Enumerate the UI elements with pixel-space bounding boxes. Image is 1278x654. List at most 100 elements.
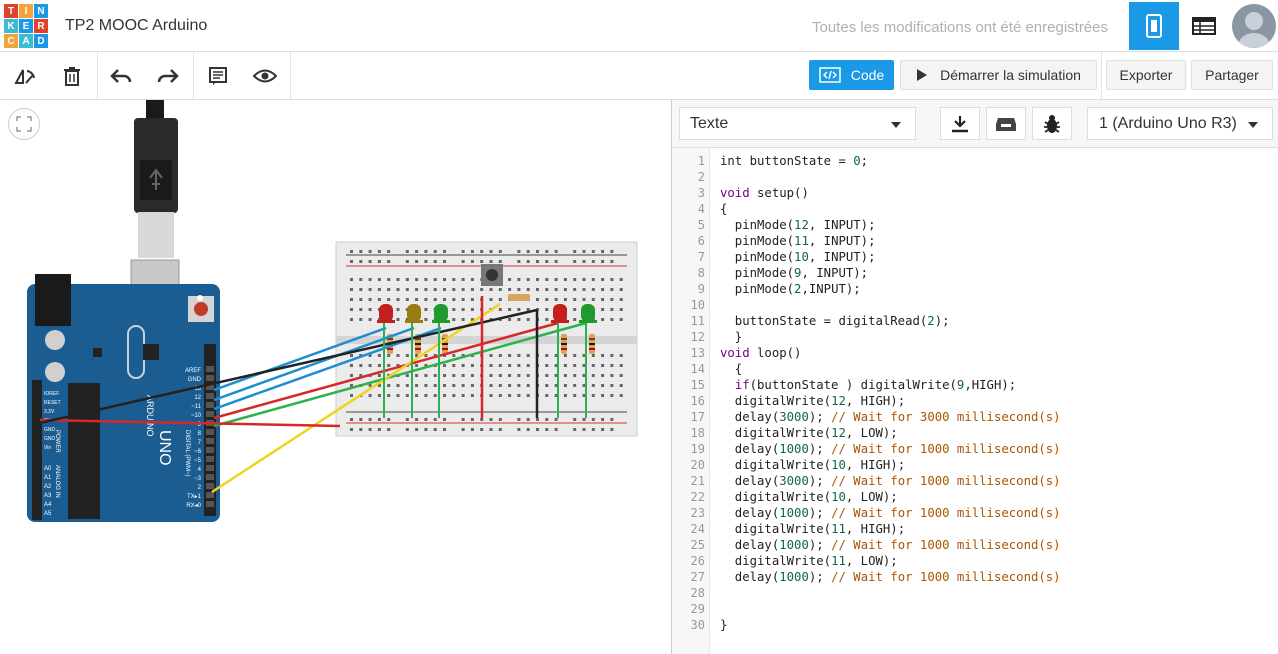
digital-pin[interactable] [206,465,214,471]
logo-letter: K [4,19,18,33]
code-line[interactable]: pinMode(9, INPUT); [720,265,868,281]
resistor[interactable] [442,334,448,354]
redo-icon[interactable] [154,62,182,90]
circuit-canvas[interactable]: UNO ARDUINO DIGITAL (PWM~) ANALOG IN POW… [0,100,671,654]
code-line[interactable]: delay(1000); // Wait for 1000 millisecon… [720,505,1061,521]
line-number: 18 [690,426,705,440]
start-simulation-button[interactable]: Démarrer la simulation [900,60,1097,90]
export-button[interactable]: Exporter [1106,60,1186,90]
line-number: 11 [690,314,705,328]
power-pin-label: GND [44,427,56,433]
code-mode-select[interactable]: Texte [679,107,916,140]
code-line[interactable]: digitalWrite(12, LOW); [720,425,898,441]
code-line[interactable]: delay(1000); // Wait for 1000 millisecon… [720,569,1061,585]
line-number: 17 [690,410,705,424]
line-number: 27 [690,570,705,584]
line-number: 5 [697,218,705,232]
arduino-brand-label: ARDUINO [145,395,155,437]
circuit-diagram[interactable]: UNO ARDUINO DIGITAL (PWM~) ANALOG IN POW… [0,100,671,654]
resistor[interactable] [508,294,530,301]
line-number: 19 [690,442,705,456]
code-line[interactable]: int buttonState = 0; [720,153,868,169]
digital-pin[interactable] [206,375,214,381]
logo-letter: N [34,4,48,18]
code-line[interactable]: pinMode(11, INPUT); [720,233,876,249]
digital-pin-label: ~10 [191,413,202,419]
digital-pin[interactable] [206,501,214,507]
line-number: 29 [690,602,705,616]
analog-pin-label: A2 [44,484,52,490]
code-line[interactable]: delay(3000); // Wait for 3000 millisecon… [720,409,1061,425]
arduino-uno-label: UNO [156,430,173,466]
line-number: 20 [690,458,705,472]
digital-pin[interactable] [206,402,214,408]
code-line[interactable]: } [720,329,742,345]
digital-pin-label: 12 [194,395,201,401]
resistor[interactable] [561,334,567,354]
line-number: 2 [697,170,705,184]
debugger-button[interactable] [1032,107,1072,140]
code-text-area[interactable]: 1 2 3 4 5 6 7 8 9 10 11 12 13 14 15 16 17 18 19 20 21 22 23 24 2… [672,148,1278,654]
digital-pin[interactable] [206,366,214,372]
board-select[interactable]: 1 (Arduino Uno R3) [1087,107,1273,140]
download-button[interactable] [940,107,980,140]
undo-icon[interactable] [107,62,135,90]
notes-icon[interactable] [204,62,232,90]
logo-letter: I [19,4,33,18]
chevron-down-icon [1248,122,1258,128]
code-line[interactable]: delay(1000); // Wait for 1000 millisecon… [720,441,1061,457]
debugger-icon [1044,114,1060,133]
digital-pin[interactable] [206,393,214,399]
save-status: Toutes les modifications ont été enregis… [812,19,1108,36]
play-icon [917,69,928,81]
project-title[interactable]: TP2 MOOC Arduino [65,17,207,35]
share-button[interactable]: Partager [1191,60,1273,90]
power-pin-label: 3.3V [44,409,55,415]
code-line[interactable]: void setup() [720,185,809,201]
code-line[interactable]: delay(3000); // Wait for 1000 millisecon… [720,473,1061,489]
line-number-gutter: 1 2 3 4 5 6 7 8 9 10 11 12 13 14 15 16 17 18 19 20 21 22 23 24 2… [672,148,710,654]
code-line[interactable]: pinMode(10, INPUT); [720,249,876,265]
logo-letter: A [19,34,33,48]
code-line[interactable]: } [720,617,727,633]
tinkercad-logo[interactable]: TIN KER CAD [4,4,48,48]
code-line[interactable]: { [720,201,727,217]
top-header: TIN KER CAD TP2 MOOC Arduino Toutes les mo… [0,0,1278,52]
push-button[interactable] [481,264,503,286]
digital-pin[interactable] [206,438,214,444]
line-number: 13 [690,346,705,360]
user-icon [1238,12,1270,48]
digital-label: DIGITAL (PWM~) [184,430,190,477]
arduino-uno-board[interactable]: UNO ARDUINO DIGITAL (PWM~) ANALOG IN POW… [27,274,220,522]
analog-pin-label: A4 [44,502,52,508]
circuit-view-button[interactable] [1129,2,1179,50]
code-line[interactable]: pinMode(2,INPUT); [720,281,861,297]
digital-pin[interactable] [206,474,214,480]
components-list-button[interactable] [1179,2,1229,50]
library-button[interactable] [986,107,1026,140]
digital-pin[interactable] [206,456,214,462]
code-line[interactable]: digitalWrite(10, HIGH); [720,457,905,473]
code-line[interactable]: digitalWrite(10, LOW); [720,489,898,505]
code-line[interactable]: digitalWrite(11, HIGH); [720,521,905,537]
code-line[interactable]: pinMode(12, INPUT); [720,217,876,233]
code-line[interactable]: if(buttonState ) digitalWrite(9,HIGH); [720,377,1016,393]
trash-icon[interactable] [58,62,86,90]
digital-pin[interactable] [206,483,214,489]
user-avatar[interactable] [1232,4,1276,48]
code-line[interactable]: delay(1000); // Wait for 1000 millisecon… [720,537,1061,553]
code-editor-panel: Texte 1 (Arduino Uno R3) 1 2 3 4 5 6 7 8 9 10 11 12… [671,100,1278,654]
rotate-icon[interactable] [11,62,39,90]
code-button[interactable]: Code [809,60,894,90]
resistor[interactable] [589,334,595,354]
code-line[interactable]: void loop() [720,345,801,361]
code-line[interactable]: { [720,361,742,377]
digital-pin[interactable] [206,447,214,453]
eye-icon[interactable] [251,62,279,90]
line-number: 7 [697,250,705,264]
code-line[interactable]: digitalWrite(11, LOW); [720,553,898,569]
code-line[interactable]: digitalWrite(12, HIGH); [720,393,905,409]
digital-pin[interactable] [206,429,214,435]
digital-pin[interactable] [206,411,214,417]
code-line[interactable]: buttonState = digitalRead(2); [720,313,950,329]
